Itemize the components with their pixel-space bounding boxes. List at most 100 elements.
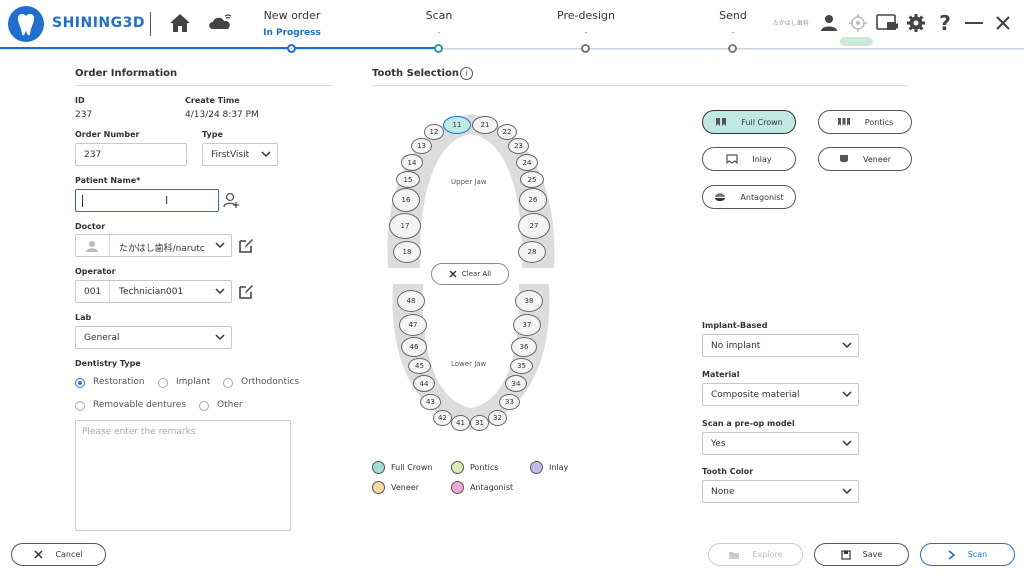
create-time-value: 4/13/24 8:37 PM (185, 110, 259, 120)
user-icon[interactable] (816, 10, 842, 36)
tooth-selection-divider (372, 85, 908, 86)
minimize-icon[interactable] (961, 10, 987, 36)
order-number-input[interactable]: 237 (75, 143, 187, 166)
inlay-button[interactable]: Inlay (702, 147, 796, 171)
radio-restoration[interactable] (75, 378, 85, 388)
material-select[interactable]: Composite material (702, 383, 859, 406)
tooth-21[interactable]: 21 (472, 116, 498, 134)
tooth-34[interactable]: 34 (505, 375, 527, 392)
operator-select-divider (109, 281, 110, 302)
operator-select[interactable]: 001 Technician001 (75, 280, 232, 303)
cancel-label: Cancel (55, 550, 83, 559)
tooth-18[interactable]: 18 (393, 241, 421, 263)
radio-implant-label: Implant (176, 377, 211, 387)
edit-doctor-icon[interactable] (238, 238, 254, 254)
patient-name-input[interactable]: I (75, 189, 219, 212)
tooth-41[interactable]: 41 (451, 415, 470, 431)
tooth-27[interactable]: 27 (518, 213, 550, 239)
save-label: Save (862, 550, 883, 559)
remarks-textarea[interactable]: Please enter the remarks (75, 420, 291, 531)
step-dot-scan (434, 44, 443, 53)
lab-select[interactable]: General (75, 326, 232, 349)
chevron-down-icon (842, 342, 852, 349)
chevron-down-icon (842, 488, 852, 495)
screen-record-icon[interactable] (874, 10, 900, 36)
step-scan: Scan - (425, 9, 453, 38)
status-badge (840, 37, 873, 46)
implant-based-select[interactable]: No implant (702, 334, 859, 357)
save-button[interactable]: Save (814, 543, 909, 566)
full-crown-button[interactable]: Full Crown (702, 110, 796, 134)
tooth-47[interactable]: 47 (399, 314, 427, 336)
antagonist-button[interactable]: Antagonist (702, 185, 796, 209)
help-icon[interactable]: ? (932, 10, 958, 36)
doctor-select-divider (109, 235, 110, 256)
radio-other[interactable] (199, 401, 209, 411)
tooth-45[interactable]: 45 (408, 358, 431, 374)
radio-removable-dentures[interactable] (75, 401, 85, 411)
tooth-44[interactable]: 44 (413, 375, 435, 392)
legend-inlay-dot (530, 461, 543, 474)
chevron-down-icon (215, 242, 225, 249)
doctor-label: Doctor (75, 222, 106, 231)
radio-implant[interactable] (158, 378, 168, 388)
patient-name-label: Patient Name* (75, 176, 141, 185)
tooth-23[interactable]: 23 (508, 138, 529, 154)
tooth-38[interactable]: 38 (515, 290, 543, 312)
tooth-25[interactable]: 25 (520, 171, 544, 188)
operator-select-value: Technician001 (119, 287, 184, 297)
tooth-48[interactable]: 48 (397, 290, 425, 312)
brand-name: SHINING3D (52, 15, 146, 31)
order-info-title: Order Information (75, 68, 178, 79)
tooth-14[interactable]: 14 (401, 154, 423, 171)
tooth-46[interactable]: 46 (401, 337, 427, 357)
tooth-33[interactable]: 33 (499, 394, 520, 410)
gear-icon[interactable] (903, 10, 929, 36)
cloud-sync-icon[interactable] (207, 10, 233, 36)
scan-button[interactable]: Scan (920, 543, 1015, 566)
add-patient-icon[interactable] (223, 192, 241, 210)
pontics-button[interactable]: Pontics (818, 110, 912, 134)
cancel-button[interactable]: Cancel (11, 543, 106, 566)
target-icon[interactable] (845, 10, 871, 36)
tooth-color-select[interactable]: None (702, 480, 859, 503)
operator-label: Operator (75, 267, 116, 276)
order-number-label: Order Number (75, 130, 140, 139)
tooth-15[interactable]: 15 (396, 171, 420, 188)
veneer-button[interactable]: Veneer (818, 147, 912, 171)
radio-orthodontics[interactable] (223, 378, 233, 388)
tooth-17[interactable]: 17 (389, 213, 421, 239)
implant-based-label: Implant-Based (702, 321, 768, 330)
info-icon[interactable]: i (460, 67, 473, 80)
preop-select[interactable]: Yes (702, 432, 859, 455)
tooth-26[interactable]: 26 (519, 188, 547, 212)
explore-label: Explore (752, 550, 783, 559)
tooth-35[interactable]: 35 (510, 358, 533, 374)
explore-button[interactable]: Explore (708, 543, 803, 566)
tooth-32[interactable]: 32 (488, 410, 507, 426)
tooth-16[interactable]: 16 (392, 188, 420, 212)
edit-operator-icon[interactable] (238, 284, 254, 300)
tooth-31[interactable]: 31 (470, 415, 489, 431)
tooth-12[interactable]: 12 (424, 124, 444, 140)
tooth-42[interactable]: 42 (433, 410, 452, 426)
tooth-24[interactable]: 24 (516, 154, 538, 171)
step-dot-pre-design (581, 44, 590, 53)
home-icon[interactable] (167, 10, 193, 36)
tooth-28[interactable]: 28 (518, 241, 546, 263)
legend-full-crown-dot (372, 461, 385, 474)
tooth-37[interactable]: 37 (513, 314, 541, 336)
tooth-13[interactable]: 13 (411, 138, 432, 154)
radio-other-label: Other (217, 400, 243, 410)
lower-jaw-label: Lower Jaw (451, 360, 487, 368)
tooth-43[interactable]: 43 (420, 394, 441, 410)
pontics-icon (837, 118, 850, 126)
doctor-select[interactable]: たかはし歯科/narutc (75, 234, 232, 257)
close-icon[interactable] (990, 10, 1016, 36)
full-crown-label: Full Crown (741, 117, 783, 127)
user-name: たかはし歯科 (773, 20, 809, 27)
tooth-11[interactable]: 11 (443, 116, 471, 134)
type-select[interactable]: FirstVisit (202, 143, 278, 166)
tooth-36[interactable]: 36 (511, 337, 537, 357)
legend-antagonist-dot (451, 481, 464, 494)
